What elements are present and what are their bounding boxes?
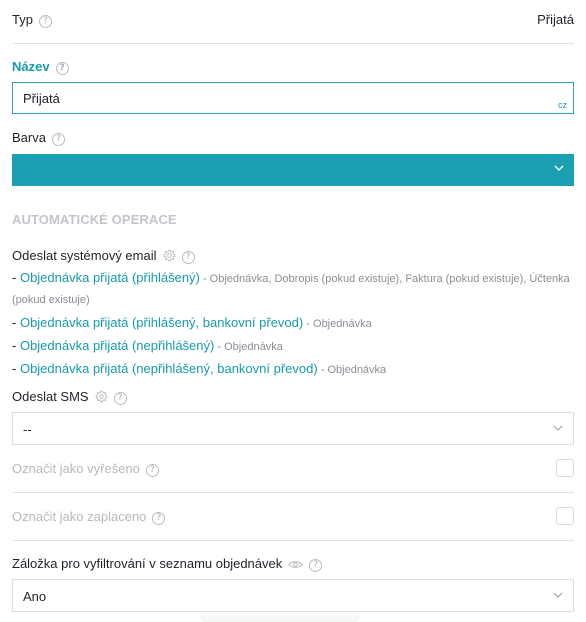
filter-tab-select-value: Ano xyxy=(23,589,47,604)
resolved-label: Označit jako vyřešeno xyxy=(12,461,140,476)
typ-label: Typ xyxy=(12,12,33,27)
resolved-checkbox[interactable] xyxy=(556,459,574,477)
resolved-row: Označit jako vyřešeno? xyxy=(12,459,574,479)
list-dash: - xyxy=(12,315,20,330)
filter-tab-label: Záložka pro vyfiltrování v seznamu objed… xyxy=(12,556,283,571)
nazev-input[interactable] xyxy=(13,83,573,113)
help-icon[interactable]: ? xyxy=(38,15,52,28)
chevron-down-icon xyxy=(554,165,564,171)
chevron-down-icon xyxy=(553,592,563,598)
nazev-label-wrap: Název? xyxy=(12,59,69,75)
paid-label: Označit jako zaplaceno xyxy=(12,509,147,524)
typ-label-wrap: Typ? xyxy=(12,12,52,28)
email-template-link[interactable]: Objednávka přijatá (přihlášený, bankovní… xyxy=(20,315,303,330)
filter-tab-select[interactable]: Ano xyxy=(12,579,574,612)
color-select[interactable] xyxy=(12,154,574,186)
barva-label-wrap: Barva? xyxy=(12,130,65,146)
paid-checkbox[interactable] xyxy=(556,507,574,525)
resolved-label-wrap: Označit jako vyřešeno? xyxy=(12,461,159,477)
email-template-note: - Objednávka xyxy=(303,318,372,330)
nazev-input-wrap: cz xyxy=(12,82,574,114)
bottom-fade xyxy=(200,612,360,622)
help-icon[interactable]: ? xyxy=(152,512,166,525)
help-icon[interactable]: ? xyxy=(51,133,65,146)
email-template-note: - Objednávka xyxy=(214,341,283,353)
chevron-down-icon xyxy=(553,425,563,431)
sms-label-wrap: Odeslat SMS? xyxy=(12,389,127,405)
email-template-link[interactable]: Objednávka přijatá (nepřihlášený) xyxy=(20,338,214,353)
email-label: Odeslat systémový email xyxy=(12,248,157,263)
list-item: - Objednávka přijatá (přihlášený, bankov… xyxy=(12,312,574,335)
email-label-wrap: Odeslat systémový email? xyxy=(12,248,195,264)
help-icon[interactable]: ? xyxy=(55,62,69,75)
sms-label: Odeslat SMS xyxy=(12,389,89,404)
nazev-label: Název xyxy=(12,59,50,74)
paid-row: Označit jako zaplaceno? xyxy=(12,507,574,527)
list-item: - Objednávka přijatá (přihlášený) - Obje… xyxy=(12,268,574,310)
list-item: - Objednávka přijatá (nepřihlášený, bank… xyxy=(12,358,574,381)
list-item: - Objednávka přijatá (nepřihlášený) - Ob… xyxy=(12,335,574,358)
typ-row: Typ? Přijatá xyxy=(12,12,574,28)
help-icon[interactable]: ? xyxy=(181,251,195,264)
filter-tab-label-wrap: Záložka pro vyfiltrování v seznamu objed… xyxy=(12,556,323,572)
barva-label: Barva xyxy=(12,130,46,145)
list-dash: - xyxy=(12,361,20,376)
email-template-link[interactable]: Objednávka přijatá (přihlášený) xyxy=(20,270,200,285)
paid-label-wrap: Označit jako zaplaceno? xyxy=(12,509,166,525)
divider xyxy=(12,43,574,44)
sms-select-value: -- xyxy=(23,422,32,437)
gear-icon[interactable] xyxy=(163,249,176,262)
email-template-note: - Objednávka xyxy=(317,364,387,376)
email-template-link[interactable]: Objednávka přijatá (nepřihlášený, bankov… xyxy=(20,361,318,376)
list-dash: - xyxy=(12,338,20,353)
email-template-list: - Objednávka přijatá (přihlášený) - Obje… xyxy=(12,268,574,381)
help-icon[interactable]: ? xyxy=(309,559,323,572)
typ-value: Přijatá xyxy=(537,12,574,27)
language-tag[interactable]: cz xyxy=(558,100,567,110)
sms-select[interactable]: -- xyxy=(12,412,574,445)
help-icon[interactable]: ? xyxy=(145,464,159,477)
list-dash: - xyxy=(12,270,20,285)
eye-icon[interactable] xyxy=(288,559,303,570)
help-icon[interactable]: ? xyxy=(113,392,127,405)
divider xyxy=(12,492,574,493)
divider xyxy=(12,540,574,541)
gear-icon[interactable] xyxy=(95,390,108,403)
section-title: AUTOMATICKÉ OPERACE xyxy=(12,212,177,227)
